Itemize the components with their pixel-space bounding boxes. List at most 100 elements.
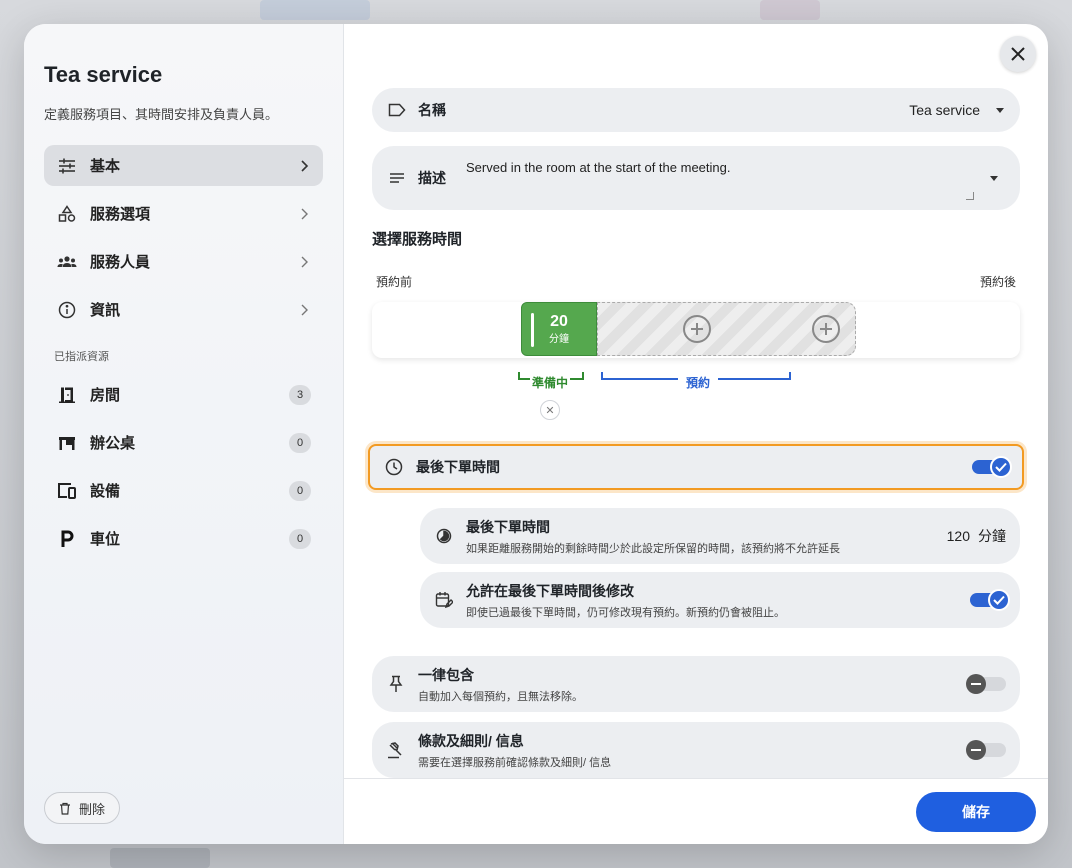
prep-unit: 分鐘 (549, 333, 569, 345)
remove-prep-button[interactable]: ✕ (540, 400, 560, 420)
before-booking-label: 預約前 (376, 275, 413, 289)
form-content: 名稱 Tea service 描述 Served in the room at … (368, 88, 1024, 788)
caret-down-icon[interactable] (990, 176, 998, 181)
sidebar-item-label: 服務選項 (90, 206, 151, 223)
booking-block[interactable] (597, 302, 797, 356)
resize-handle-icon[interactable] (966, 192, 974, 200)
cutoff-settings: 最後下單時間 如果距離服務開始的剩餘時間少於此設定所保留的時間，該預約將不允許延… (420, 508, 1020, 628)
order-cutoff-title: 最後下單時間 (416, 459, 500, 475)
always-include-toggle[interactable] (966, 674, 1006, 694)
background-element (760, 0, 820, 20)
cutoff-minutes-title: 最後下單時間 (466, 518, 550, 535)
name-value[interactable]: Tea service (466, 102, 980, 118)
sidebar-item-info[interactable]: 資訊 (44, 289, 323, 330)
terms-desc: 需要在選擇服務前確認條款及細則/ 信息 (418, 756, 612, 769)
minus-icon (966, 740, 986, 760)
desk-icon (56, 432, 78, 454)
add-circle-icon[interactable] (683, 315, 711, 343)
cutoff-minutes-row[interactable]: 最後下單時間 如果距離服務開始的剩餘時間少於此設定所保留的時間，該預約將不允許延… (420, 508, 1020, 564)
chevron-right-icon (301, 256, 308, 267)
modal-main: 名稱 Tea service 描述 Served in the room at … (344, 24, 1048, 844)
service-time-heading: 選擇服務時間 (372, 231, 463, 248)
delete-label: 刪除 (79, 801, 106, 817)
after-booking-block[interactable] (796, 302, 856, 356)
assigned-resources-label: 已指派資源 (54, 351, 109, 363)
chevron-right-icon (301, 208, 308, 219)
clock-icon (384, 457, 404, 477)
always-include-desc: 自動加入每個預約，且無法移除。 (418, 690, 583, 703)
sliders-icon (56, 155, 78, 177)
count-badge: 0 (289, 432, 311, 453)
description-textarea[interactable]: Served in the room at the start of the m… (466, 160, 730, 175)
sidebar-item-label: 服務人員 (90, 254, 151, 271)
resource-rooms[interactable]: 房間 3 (44, 374, 323, 415)
door-icon (56, 384, 78, 406)
caret-down-icon[interactable] (996, 107, 1004, 113)
close-icon (1011, 47, 1025, 61)
info-icon (56, 299, 78, 321)
order-cutoff-row[interactable]: 最後下單時間 (368, 444, 1024, 490)
cutoff-minutes-desc: 如果距離服務開始的剩餘時間少於此設定所保留的時間，該預約將不允許延長 (466, 542, 840, 555)
always-include-title: 一律包含 (418, 666, 474, 683)
chevron-right-icon (301, 159, 309, 172)
count-badge: 0 (289, 528, 311, 549)
prep-time-block[interactable]: 20 分鐘 (521, 302, 597, 356)
service-timeline: 20 分鐘 (372, 302, 1020, 358)
count-badge: 3 (289, 384, 311, 405)
sidebar-nav: 基本 服務選項 服務人員 資訊 (44, 145, 323, 330)
description-label: 描述 (418, 170, 446, 186)
close-button[interactable] (1000, 36, 1036, 72)
resource-equipment[interactable]: 設備 0 (44, 470, 323, 511)
after-booking-label: 預約後 (979, 275, 1016, 289)
resource-desks[interactable]: 辦公桌 0 (44, 422, 323, 463)
name-field[interactable]: 名稱 Tea service (372, 88, 1020, 132)
cutoff-minutes-input[interactable]: 120 分鐘 (947, 526, 1006, 546)
trash-icon (60, 802, 70, 815)
timeline-brackets: 準備中 預約 ✕ (372, 368, 1020, 420)
sidebar-item-label: 資訊 (90, 302, 121, 319)
resource-label: 辦公桌 (90, 435, 136, 452)
count-badge: 0 (289, 480, 311, 501)
service-title: Tea service (44, 62, 163, 87)
description-field[interactable]: 描述 Served in the room at the start of th… (372, 146, 1020, 210)
allow-modify-desc: 即使已過最後下單時間，仍可修改現有預約。新預約仍會被阻止。 (466, 606, 785, 619)
sidebar-item-service-options[interactable]: 服務選項 (44, 193, 323, 234)
service-modal: Tea service 定義服務項目、其時間安排及負責人員。 基本 服務選項 服… (24, 24, 1048, 844)
terms-toggle[interactable] (966, 740, 1006, 760)
background-element (260, 0, 370, 20)
sidebar-item-basic[interactable]: 基本 (44, 145, 323, 186)
name-label: 名稱 (418, 102, 446, 118)
notes-icon (388, 169, 406, 187)
delete-button[interactable]: 刪除 (44, 792, 121, 824)
check-icon (990, 456, 1012, 478)
add-circle-icon[interactable] (811, 315, 840, 343)
parking-icon (56, 528, 78, 550)
pin-icon (386, 674, 406, 694)
terms-row[interactable]: 條款及細則/ 信息 需要在選擇服務前確認條款及細則/ 信息 (372, 722, 1020, 778)
sidebar-item-staff[interactable]: 服務人員 (44, 241, 323, 282)
background-element (110, 848, 210, 868)
modal-footer: 儲存 (344, 778, 1048, 844)
shapes-icon (56, 203, 78, 225)
prep-minutes: 20 (550, 312, 568, 330)
tag-icon (388, 101, 406, 119)
people-icon (56, 251, 78, 273)
always-include-row[interactable]: 一律包含 自動加入每個預約，且無法移除。 (372, 656, 1020, 712)
sidebar-item-label: 基本 (90, 158, 121, 175)
modal-sidebar: Tea service 定義服務項目、其時間安排及負責人員。 基本 服務選項 服… (24, 24, 344, 844)
cutoff-minutes-value: 120 (946, 528, 970, 544)
order-cutoff-toggle[interactable] (972, 456, 1012, 478)
minus-icon (966, 674, 986, 694)
resource-label: 車位 (90, 531, 121, 548)
resource-parking[interactable]: 車位 0 (44, 518, 323, 559)
save-button[interactable]: 儲存 (916, 792, 1036, 832)
devices-icon (56, 480, 78, 502)
allow-modify-row[interactable]: 允許在最後下單時間後修改 即使已過最後下單時間，仍可修改現有預約。新預約仍會被阻… (420, 572, 1020, 628)
timeline-labels: 預約前 預約後 (372, 273, 1020, 290)
additional-options: 一律包含 自動加入每個預約，且無法移除。 條款及細則/ 信息 需要在選擇服務前確… (372, 656, 1020, 778)
booking-label: 預約 (678, 374, 719, 391)
chevron-right-icon (301, 304, 308, 315)
service-subtitle: 定義服務項目、其時間安排及負責人員。 (44, 107, 279, 122)
check-icon (988, 589, 1010, 611)
allow-modify-toggle[interactable] (970, 589, 1010, 611)
